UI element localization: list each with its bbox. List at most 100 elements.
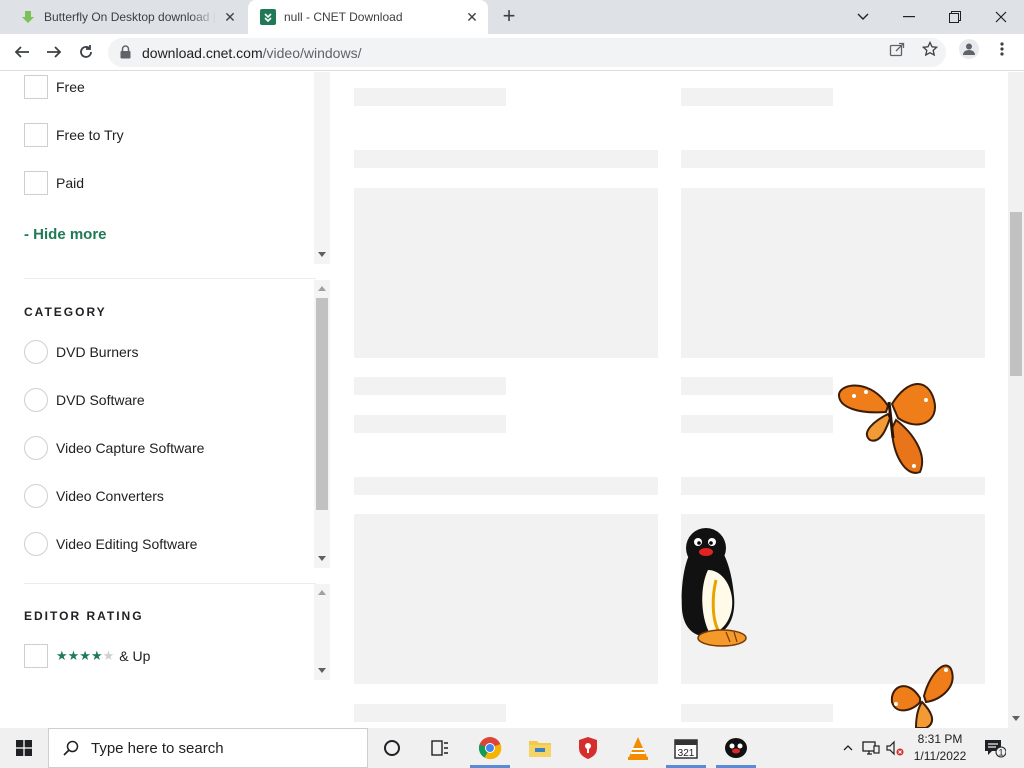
checkbox[interactable] <box>24 171 48 195</box>
url-text[interactable]: download.cnet.com/video/windows/ <box>142 45 361 61</box>
taskbar-chrome[interactable] <box>466 728 514 768</box>
svg-text:321: 321 <box>678 748 695 759</box>
pingu-penguin-sprite-icon <box>681 528 747 647</box>
scrollbar-thumb[interactable] <box>316 298 328 510</box>
scroll-down-arrow-icon[interactable] <box>318 668 326 673</box>
filter-license-free[interactable]: Free <box>24 75 85 99</box>
category-dvd-software[interactable]: DVD Software <box>24 388 145 412</box>
url-path: /video/windows/ <box>262 45 362 61</box>
taskbar-vlc[interactable] <box>614 728 662 768</box>
filter-label: Free <box>56 79 85 95</box>
network-icon[interactable] <box>860 728 882 768</box>
cortana-button[interactable] <box>368 728 416 768</box>
close-tab-icon[interactable]: ✕ <box>222 9 238 25</box>
divider <box>24 278 316 279</box>
pingu-app-icon <box>725 738 747 758</box>
taskbar-calendar-app[interactable]: 321 <box>662 728 710 768</box>
scroll-down-arrow-icon[interactable] <box>1012 716 1020 721</box>
category-label: Video Editing Software <box>56 536 198 552</box>
filter-label: Paid <box>56 175 85 191</box>
hide-more-link[interactable]: - Hide more <box>24 226 107 243</box>
restore-button[interactable] <box>932 0 978 34</box>
category-label: DVD Software <box>56 392 145 408</box>
skeleton-line <box>681 88 833 106</box>
tab-cnet-download[interactable]: null - CNET Download ✕ <box>248 0 488 34</box>
category-video-converters[interactable]: Video Converters <box>24 484 164 508</box>
category-scrollbar[interactable] <box>314 280 330 568</box>
skeleton-line <box>354 704 506 722</box>
rating-4-and-up[interactable]: ★★★★★ & Up <box>24 644 150 668</box>
clock-date: 1/11/2022 <box>913 749 967 763</box>
scroll-down-arrow-icon[interactable] <box>318 556 326 561</box>
category-dvd-burners[interactable]: DVD Burners <box>24 340 138 364</box>
category-video-editing[interactable]: Video Editing Software <box>24 532 197 556</box>
share-icon[interactable] <box>888 40 906 58</box>
skeleton-line <box>681 377 833 395</box>
taskbar-file-explorer[interactable] <box>516 728 564 768</box>
license-scrollbar[interactable] <box>314 72 330 264</box>
task-view-button[interactable] <box>416 728 464 768</box>
taskbar-clock[interactable]: 8:31 PM 1/11/2022 <box>906 731 974 765</box>
forward-button[interactable] <box>42 40 66 64</box>
scroll-down-arrow-icon[interactable] <box>318 252 326 257</box>
shield-app-icon <box>579 737 597 759</box>
calendar-app-icon: 321 <box>674 739 698 759</box>
minimize-button[interactable] <box>886 0 932 34</box>
notification-icon: 1 <box>985 740 1006 758</box>
skeleton-line <box>354 88 506 106</box>
divider <box>24 583 316 584</box>
checkbox[interactable] <box>24 644 48 668</box>
browser-menu-icon[interactable] <box>993 40 1011 58</box>
scroll-up-arrow-icon[interactable] <box>318 286 326 291</box>
filter-license-free-to-try[interactable]: Free to Try <box>24 123 124 147</box>
address-bar[interactable]: download.cnet.com/video/windows/ <box>108 38 946 67</box>
tab-search-icon[interactable] <box>840 0 886 34</box>
show-hidden-icons-button[interactable] <box>838 728 858 768</box>
scroll-up-arrow-icon[interactable] <box>318 590 326 595</box>
start-button[interactable] <box>0 728 48 768</box>
skeleton-line <box>681 150 985 168</box>
tab-title: Butterfly On Desktop download | <box>44 10 216 24</box>
page-scrollbar[interactable] <box>1008 72 1024 728</box>
scrollbar-thumb[interactable] <box>1010 212 1022 376</box>
notifications-button[interactable]: 1 <box>980 728 1010 768</box>
skeleton-line <box>354 477 658 495</box>
category-label: Video Converters <box>56 488 164 504</box>
taskbar-pingu-app[interactable] <box>712 728 760 768</box>
browser-toolbar: download.cnet.com/video/windows/ <box>0 34 1024 71</box>
butterfly-sprite-icon <box>890 664 954 728</box>
taskbar-shield-app[interactable] <box>564 728 612 768</box>
close-window-button[interactable] <box>978 0 1024 34</box>
skeleton-line <box>681 415 833 433</box>
filter-license-paid[interactable]: Paid <box>24 171 84 195</box>
skeleton-thumbnail <box>354 514 658 684</box>
lock-icon[interactable] <box>120 45 131 64</box>
back-button[interactable] <box>10 40 34 64</box>
rating-scrollbar[interactable] <box>314 584 330 680</box>
close-tab-icon[interactable]: ✕ <box>464 9 480 25</box>
new-tab-button[interactable]: + <box>498 5 520 28</box>
radio-button[interactable] <box>24 340 48 364</box>
vlc-icon <box>628 737 648 760</box>
category-video-capture[interactable]: Video Capture Software <box>24 436 204 460</box>
radio-button[interactable] <box>24 532 48 556</box>
filter-label: Free to Try <box>56 127 124 143</box>
rating-label: & Up <box>119 648 151 664</box>
windows-taskbar: Type here to search 321 8:31 PM 1/11/202… <box>0 728 1024 768</box>
tab-butterfly-download[interactable]: Butterfly On Desktop download | ✕ <box>8 0 246 34</box>
star-rating-icon: ★★★★★ <box>56 648 115 663</box>
reload-button[interactable] <box>74 40 98 64</box>
checkbox[interactable] <box>24 123 48 147</box>
category-label: Video Capture Software <box>56 440 205 456</box>
bookmark-star-icon[interactable] <box>921 40 939 58</box>
volume-muted-icon[interactable] <box>884 728 906 768</box>
taskbar-search-box[interactable]: Type here to search <box>48 728 368 768</box>
tab-strip: Butterfly On Desktop download | ✕ null -… <box>0 0 1024 34</box>
radio-button[interactable] <box>24 436 48 460</box>
profile-avatar-icon[interactable] <box>959 39 979 59</box>
skeleton-line <box>354 377 506 395</box>
radio-button[interactable] <box>24 388 48 412</box>
category-label: DVD Burners <box>56 344 139 360</box>
radio-button[interactable] <box>24 484 48 508</box>
checkbox[interactable] <box>24 75 48 99</box>
